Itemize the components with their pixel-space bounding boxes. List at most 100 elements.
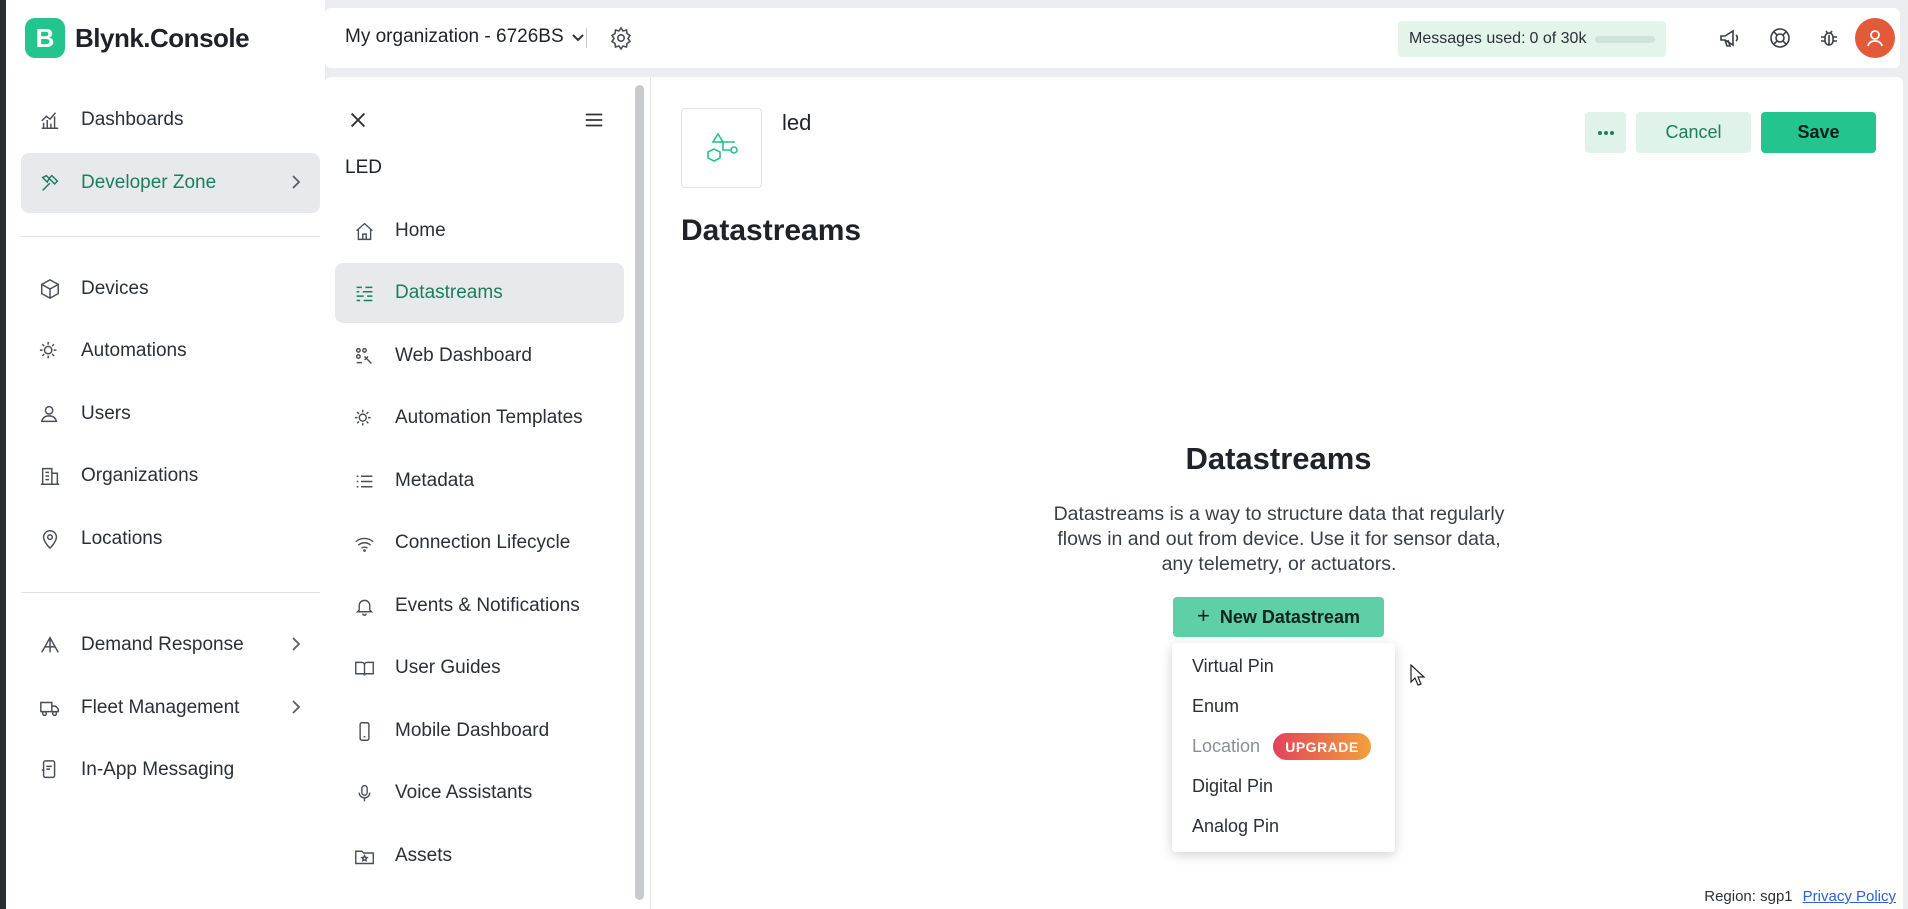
template-sidebar: LED Home Datastreams Web Dashboard Autom… [325, 77, 651, 909]
app-sidebar: B Blynk.Console Dashboards Developer Zon… [0, 0, 325, 909]
cancel-button[interactable]: Cancel [1636, 112, 1751, 153]
template-nav-web-dashboard[interactable]: Web Dashboard [335, 326, 624, 386]
top-bar: My organization - 6726BS Messages used: … [325, 8, 1900, 68]
template-nav-user-guides[interactable]: User Guides [335, 638, 624, 698]
template-nav-label: Mobile Dashboard [395, 720, 550, 741]
template-nav-label: Metadata [395, 470, 475, 491]
dropdown-option-virtual-pin[interactable]: Virtual Pin [1192, 656, 1274, 677]
template-sidebar-scrollbar[interactable] [635, 85, 644, 900]
sidebar-item-dashboards[interactable]: Dashboards [21, 90, 320, 150]
truck-icon [39, 697, 61, 719]
template-device-icon [706, 132, 738, 162]
web-dashboard-icon [353, 345, 375, 367]
user-icon [1867, 30, 1883, 47]
logo-text: Blynk.Console [75, 22, 250, 53]
sidebar-item-devices[interactable]: Devices [21, 259, 320, 319]
sidebar-item-automations[interactable]: Automations [21, 321, 320, 381]
chevron-down-icon [571, 34, 584, 42]
tools-icon [39, 172, 61, 194]
dropdown-option-digital-pin[interactable]: Digital Pin [1192, 776, 1273, 797]
cube-icon [39, 278, 61, 300]
sidebar-item-label: Devices [81, 278, 149, 299]
announcement-icon[interactable] [1716, 24, 1744, 52]
template-nav-label: Datastreams [395, 282, 503, 303]
mouse-cursor-icon [1410, 664, 1426, 686]
more-options-button[interactable] [1585, 112, 1626, 153]
template-nav-label: Automation Templates [395, 407, 583, 428]
empty-state-title: Datastreams [1185, 441, 1372, 476]
org-selector[interactable]: My organization - 6726BS [345, 26, 586, 48]
org-name: My organization - 6726BS [345, 26, 564, 47]
bell-icon [353, 595, 375, 617]
location-pin-icon [39, 528, 61, 550]
wifi-icon [353, 532, 375, 554]
template-nav-label: Assets [395, 845, 453, 866]
template-nav-metadata[interactable]: Metadata [335, 451, 624, 511]
sidebar-item-label: Demand Response [81, 634, 244, 655]
messages-progress-bar [1595, 36, 1655, 43]
dropdown-option-location: Location [1192, 736, 1261, 756]
template-nav-events-notifications[interactable]: Events & Notifications [335, 576, 624, 636]
sidebar-item-in-app-messaging[interactable]: In-App Messaging [21, 740, 320, 800]
hamburger-menu-icon[interactable] [583, 109, 607, 133]
list-icon [353, 470, 375, 492]
gear-icon[interactable] [609, 26, 633, 51]
messages-value: 0 of 30k [1529, 30, 1587, 47]
template-nav-mobile-dashboard[interactable]: Mobile Dashboard [335, 701, 624, 761]
template-nav-datastreams[interactable]: Datastreams [335, 263, 624, 323]
template-nav-label: Web Dashboard [395, 345, 532, 366]
template-nav-label: User Guides [395, 657, 501, 678]
template-title: led [782, 110, 812, 135]
close-icon[interactable] [347, 109, 371, 133]
automation-icon [39, 340, 61, 362]
sidebar-item-locations[interactable]: Locations [21, 509, 320, 569]
new-datastream-button[interactable]: + New Datastream [1173, 597, 1384, 637]
dashboard-icon [39, 109, 61, 131]
save-button[interactable]: Save [1761, 112, 1876, 153]
plus-icon: + [1197, 603, 1210, 628]
messaging-icon [39, 759, 61, 781]
chevron-right-icon [286, 634, 306, 654]
sidebar-item-organizations[interactable]: Organizations [21, 446, 320, 506]
template-nav-label: Events & Notifications [395, 595, 580, 616]
sidebar-item-demand-response[interactable]: Demand Response [21, 615, 320, 675]
dropdown-option-enum[interactable]: Enum [1192, 696, 1239, 717]
dropdown-option-analog-pin[interactable]: Analog Pin [1192, 816, 1279, 837]
sidebar-divider [21, 592, 320, 593]
upgrade-badge[interactable]: UPGRADE [1273, 733, 1371, 760]
sidebar-item-label: Users [81, 403, 131, 424]
template-nav-label: Home [395, 220, 446, 241]
sidebar-item-label: Locations [81, 528, 163, 549]
sidebar-divider [21, 236, 320, 237]
template-nav-automation-templates[interactable]: Automation Templates [335, 388, 624, 448]
sidebar-item-label: Automations [81, 340, 187, 361]
user-icon [39, 403, 61, 425]
sidebar-item-users[interactable]: Users [21, 384, 320, 444]
org-divider [586, 28, 587, 48]
new-datastream-label: New Datastream [1219, 606, 1360, 627]
template-nav-assets[interactable]: Assets [335, 826, 624, 886]
template-nav-home[interactable]: Home [335, 201, 624, 261]
messages-label: Messages used: [1409, 30, 1526, 47]
blynk-logo[interactable]: B Blynk.Console [25, 18, 250, 58]
privacy-policy-link[interactable]: Privacy Policy [1803, 888, 1896, 905]
footer: Region: sgp1 Privacy Policy [1704, 888, 1896, 905]
avatar[interactable] [1855, 18, 1895, 58]
folder-star-icon [353, 845, 375, 867]
sidebar-item-developer-zone[interactable]: Developer Zone [21, 153, 320, 213]
demand-response-icon [39, 634, 61, 656]
template-nav-label: Connection Lifecycle [395, 532, 571, 553]
bug-icon[interactable] [1815, 24, 1843, 52]
template-name: LED [345, 157, 382, 178]
logo-mark: B [25, 18, 65, 58]
microphone-icon [353, 782, 375, 804]
template-image[interactable] [681, 108, 762, 188]
building-icon [39, 465, 61, 487]
sidebar-item-label: Dashboards [81, 109, 184, 130]
template-nav-connection-lifecycle[interactable]: Connection Lifecycle [335, 513, 624, 573]
template-nav-voice-assistants[interactable]: Voice Assistants [335, 763, 624, 823]
book-icon [353, 657, 375, 679]
help-lifebuoy-icon[interactable] [1766, 24, 1794, 52]
sidebar-item-fleet-management[interactable]: Fleet Management [21, 678, 320, 738]
chevron-right-icon [286, 697, 306, 717]
